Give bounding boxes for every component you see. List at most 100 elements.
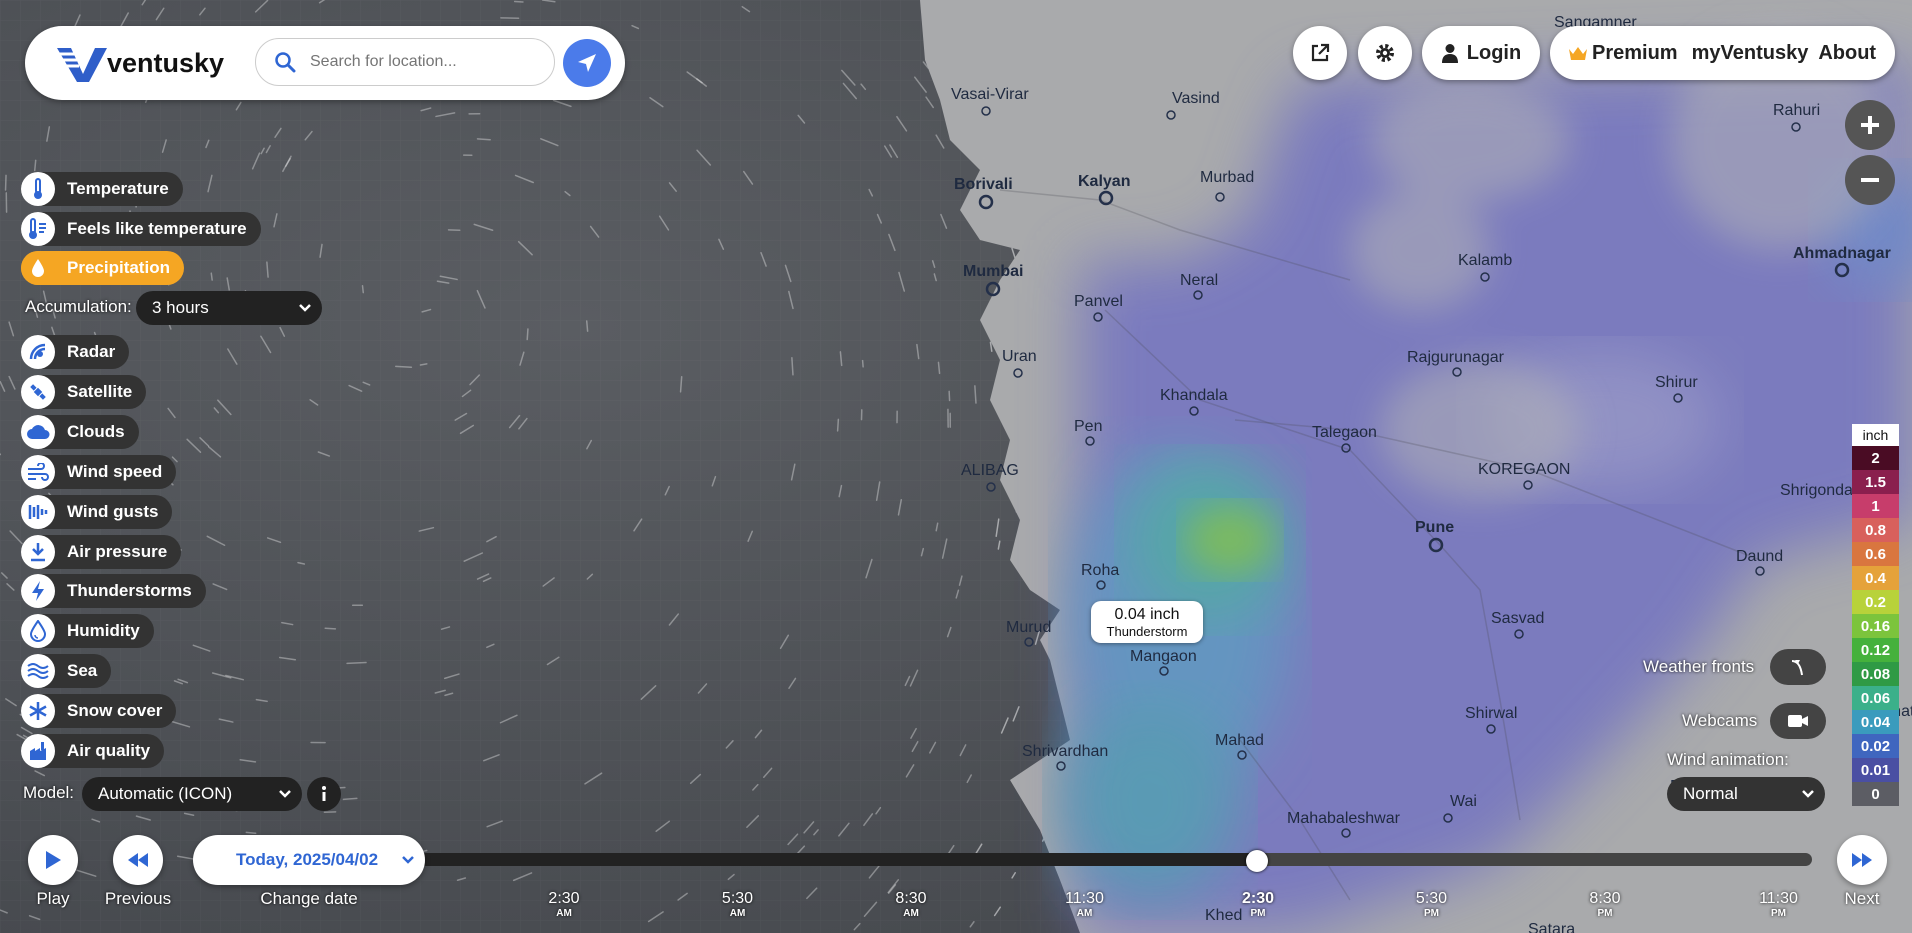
legend-step: 0.02 xyxy=(1852,734,1899,758)
premium-label: Premium xyxy=(1592,41,1678,64)
timeline-tick[interactable]: 8:30 PM xyxy=(1565,890,1645,919)
about-link[interactable]: About xyxy=(1818,42,1876,65)
previous-button[interactable] xyxy=(113,835,163,885)
brand-logo[interactable]: ventusky xyxy=(55,44,224,82)
my-ventusky-link[interactable]: myVentusky xyxy=(1692,42,1809,65)
zoom-in-button[interactable] xyxy=(1845,100,1895,150)
place-name: Shrigonda xyxy=(1780,482,1853,499)
place-name: Mahad xyxy=(1215,732,1264,749)
layer-thunderstorms[interactable]: Thunderstorms xyxy=(21,574,206,608)
tick-time: 11:30 xyxy=(1065,890,1104,907)
top-menu: Premium myVentusky About xyxy=(1550,26,1895,80)
search-box[interactable] xyxy=(255,38,555,86)
wind-streak xyxy=(361,285,365,294)
open-external-button[interactable] xyxy=(1293,26,1347,80)
wind-animation-select[interactable]: Normal xyxy=(1667,777,1825,811)
info-icon xyxy=(322,786,326,801)
factory-icon xyxy=(21,734,55,768)
model-info-button[interactable] xyxy=(307,777,341,811)
model-select[interactable]: Automatic (ICON) xyxy=(82,777,302,811)
layer-label: Temperature xyxy=(67,179,169,198)
timeline-tick[interactable]: 2:30 PM xyxy=(1218,890,1298,919)
login-button[interactable]: Login xyxy=(1422,26,1540,80)
place-name: Kalyan xyxy=(1078,173,1130,190)
place-name: Murbad xyxy=(1200,169,1254,186)
timeline-tick[interactable]: 5:30 PM xyxy=(1392,890,1472,919)
layer-satellite[interactable]: Satellite xyxy=(21,375,147,409)
layer-wind-gusts[interactable]: Wind gusts xyxy=(21,495,173,529)
legend-step: 0.08 xyxy=(1852,662,1899,686)
rewind-icon xyxy=(128,853,148,867)
tick-time: 8:30 xyxy=(895,890,927,907)
wind-streak xyxy=(526,328,529,341)
weather-front-icon xyxy=(1791,660,1803,676)
layer-precipitation[interactable]: Precipitation xyxy=(21,251,184,285)
place-name: Mahabaleshwar xyxy=(1287,810,1401,827)
legend-step: 0.16 xyxy=(1852,614,1899,638)
layer-sea[interactable]: Sea xyxy=(21,654,112,688)
accumulation-select[interactable]: 3 hours xyxy=(136,291,322,325)
webcams-toggle[interactable] xyxy=(1770,703,1826,739)
brand-name: ventusky xyxy=(107,47,225,78)
place-name: Talegaon xyxy=(1312,424,1377,441)
plus-icon xyxy=(1861,116,1879,134)
place-name: Vasind xyxy=(1172,90,1220,107)
search-input[interactable] xyxy=(308,52,542,72)
layer-snow-cover[interactable]: Snow cover xyxy=(21,694,177,728)
timeline-tick[interactable]: 11:30 AM xyxy=(1045,890,1125,919)
popup-value: 0.04 inch xyxy=(1114,606,1180,623)
layer-air-pressure[interactable]: Air pressure xyxy=(21,535,182,569)
accumulation-label: Accumulation: xyxy=(25,297,132,316)
layer-temperature[interactable]: Temperature xyxy=(21,172,183,206)
layer-air-quality[interactable]: Air quality xyxy=(21,734,165,768)
tick-time: 5:30 xyxy=(1415,890,1448,907)
wind-streak xyxy=(245,831,257,835)
wind-streak xyxy=(395,365,413,368)
layer-clouds[interactable]: Clouds xyxy=(21,415,139,449)
premium-link[interactable]: Premium xyxy=(1568,42,1678,65)
layer-label: Clouds xyxy=(67,422,125,441)
layer-label: Wind speed xyxy=(67,462,163,481)
timeline-tick[interactable]: 5:30 AM xyxy=(698,890,778,919)
login-label: Login xyxy=(1466,41,1522,64)
gear-icon xyxy=(1376,44,1394,62)
layer-wind-speed[interactable]: Wind speed xyxy=(21,455,177,489)
wind-streak xyxy=(861,359,864,368)
layer-feels-like-temperature[interactable]: Feels like temperature xyxy=(21,212,261,246)
place-name: Khandala xyxy=(1160,387,1228,404)
change-date-label: Change date xyxy=(260,889,358,908)
layer-humidity[interactable]: Humidity xyxy=(21,614,154,648)
settings-button[interactable] xyxy=(1358,26,1412,80)
model-value: Automatic (ICON) xyxy=(98,784,233,803)
place-name: Daund xyxy=(1736,548,1783,565)
play-button[interactable] xyxy=(28,835,78,885)
place-name: Sasvad xyxy=(1491,610,1544,627)
crown-icon xyxy=(1569,47,1587,60)
external-link-icon xyxy=(1311,43,1330,62)
timeline-handle[interactable] xyxy=(1246,850,1268,872)
chevron-down-icon xyxy=(1802,790,1814,798)
timeline-tick[interactable]: 11:30 PM xyxy=(1739,890,1819,919)
tick-time: 8:30 xyxy=(1589,890,1621,907)
wave-icon xyxy=(21,654,55,688)
layer-radar[interactable]: Radar xyxy=(21,335,130,369)
date-label: Today, 2025/04/02 xyxy=(236,850,379,869)
tick-time: 5:30 xyxy=(721,890,754,907)
location-popup[interactable]: 0.04 inch Thunderstorm xyxy=(1091,601,1203,643)
timeline-tick[interactable]: 8:30 AM xyxy=(871,890,951,919)
thermometer-icon xyxy=(21,172,55,206)
locate-button[interactable] xyxy=(563,39,611,87)
zoom-out-button[interactable] xyxy=(1845,155,1895,205)
chevron-down-icon xyxy=(402,856,414,864)
date-selector[interactable]: Today, 2025/04/02 xyxy=(193,835,425,885)
wind-streak xyxy=(210,272,213,281)
timeline-tick[interactable]: 2:30 AM xyxy=(524,890,604,919)
place-name: Mumbai xyxy=(963,263,1023,280)
legend-step: 1.5 xyxy=(1852,470,1899,494)
chevron-down-icon xyxy=(299,304,311,312)
tick-ampm: PM xyxy=(1250,908,1266,919)
next-button[interactable] xyxy=(1837,835,1887,885)
search-icon xyxy=(275,52,296,73)
place-marker[interactable]: Satara xyxy=(1528,921,1575,933)
weather-fronts-toggle[interactable] xyxy=(1770,649,1826,685)
